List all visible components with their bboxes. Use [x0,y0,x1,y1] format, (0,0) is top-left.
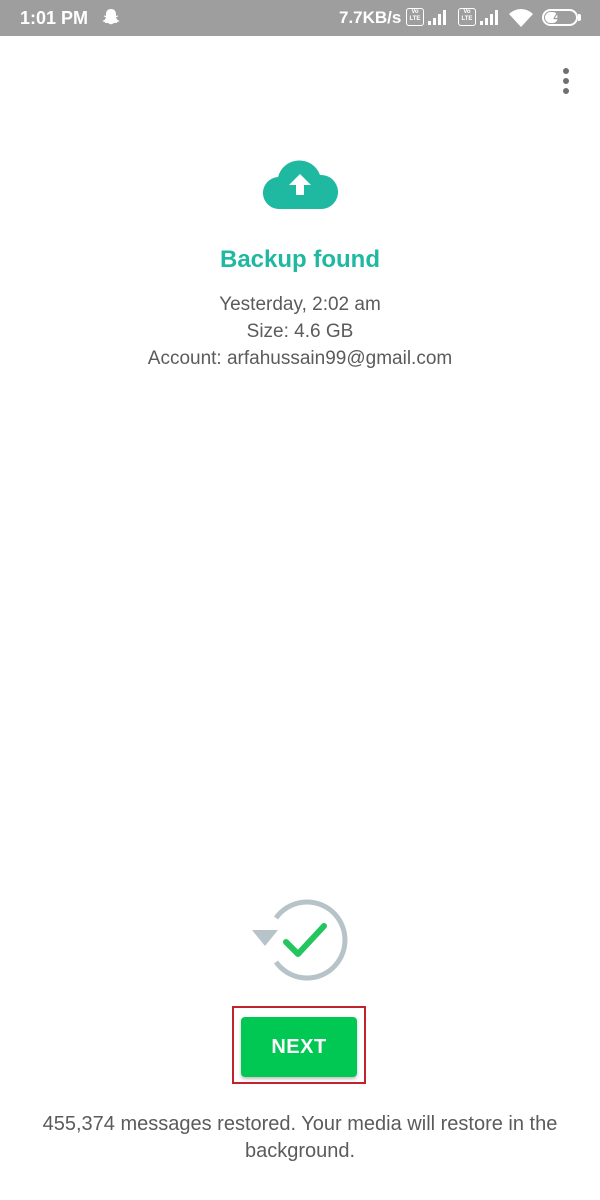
signal-icon [480,10,498,25]
volte-icon: Vo LTE [458,8,476,26]
restore-complete-icon [252,899,348,981]
more-vert-icon [563,88,569,94]
volte-icon: Vo LTE [406,8,424,26]
more-vert-icon [563,68,569,74]
backup-size: Size: 4.6 GB [246,321,354,342]
backup-date: Yesterday, 2:02 am [219,294,381,315]
backup-title: Backup found [220,246,380,273]
more-vert-icon [563,78,569,84]
volte-label: Vo LTE [409,9,421,22]
network-speed: 7.7KB/s [339,8,402,27]
backup-account: Account: arfahussain99@gmail.com [147,348,453,369]
restore-status-message: 455,374 messages restored. Your media wi… [42,1113,558,1162]
snapchat-icon [102,9,120,25]
next-button[interactable]: NEXT [241,1017,357,1077]
battery-icon: 44 [542,9,578,26]
status-bar: 1:01 PM 7.7KB/s Vo LTE Vo LTE 44 [0,0,600,36]
cloud-upload-icon [263,160,338,210]
more-options-button[interactable] [552,64,580,98]
volte-label: Vo LTE [461,9,473,22]
status-time: 1:01 PM [20,8,89,28]
battery-tip [578,14,581,21]
signal-icon [428,10,446,25]
wifi-icon [509,9,533,27]
battery-level: 44 [553,10,567,24]
